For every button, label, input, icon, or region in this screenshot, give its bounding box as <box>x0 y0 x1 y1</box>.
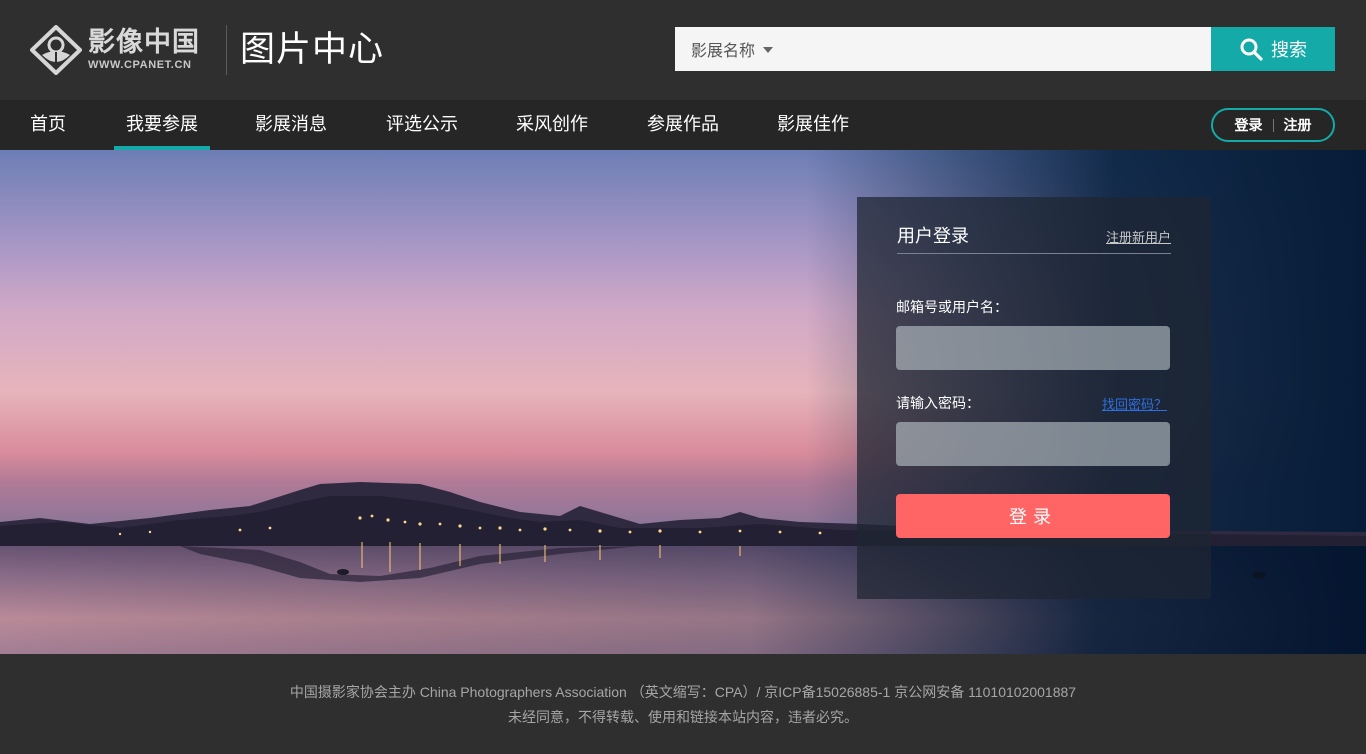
auth-links: 登录 注册 <box>1211 108 1335 142</box>
logo-chinese-text: 影像中国 <box>88 27 200 58</box>
nav-item-home[interactable]: 首页 <box>30 100 66 150</box>
forgot-password-link[interactable]: 找回密码？ <box>1102 394 1167 413</box>
username-field[interactable] <box>896 326 1170 370</box>
footer-notice: 未经同意，不得转载、使用和链接本站内容，违者必究。 <box>508 710 858 726</box>
search-button[interactable]: 搜索 <box>1211 27 1335 71</box>
footer-copyright: 中国摄影家协会主办 China Photographers Associatio… <box>289 684 1077 700</box>
site-title: 图片中心 <box>240 30 385 70</box>
search-input[interactable]: 影展名称 <box>675 27 1211 71</box>
search-button-label: 搜索 <box>1271 40 1307 61</box>
search-bar: 影展名称 搜索 <box>675 27 1335 71</box>
login-button[interactable]: 登录 <box>896 494 1170 538</box>
logo-domain-text: WWW.CPANET.CN <box>88 59 192 71</box>
nav-item-exhibition-news[interactable]: 影展消息 <box>255 100 327 150</box>
chevron-down-icon[interactable] <box>763 47 774 53</box>
search-category-select[interactable]: 影展名称 <box>691 37 755 61</box>
site-logo[interactable]: 影像中国 WWW.CPANET.CN <box>30 24 200 76</box>
logo-divider <box>226 25 227 75</box>
nav-item-entries[interactable]: 参展作品 <box>647 100 719 150</box>
main-nav: 首页 我要参展 影展消息 评选公示 采风创作 参展作品 影展佳作 <box>0 100 1366 150</box>
password-label: 请输入密码： <box>896 396 980 412</box>
auth-divider <box>1272 118 1274 132</box>
login-title: 用户登录 <box>897 226 969 247</box>
nav-item-field-creation[interactable]: 采风创作 <box>516 100 588 150</box>
header-register-link[interactable]: 注册 <box>1284 115 1312 135</box>
search-icon <box>1240 38 1263 61</box>
password-field[interactable] <box>896 422 1170 466</box>
register-new-user-link[interactable]: 注册新用户 <box>1106 227 1171 246</box>
login-title-divider <box>897 253 1171 254</box>
nav-item-selection-results[interactable]: 评选公示 <box>386 100 458 150</box>
site-footer: 中国摄影家协会主办 China Photographers Associatio… <box>0 654 1366 754</box>
nav-item-submit-exhibit[interactable]: 我要参展 <box>114 100 210 150</box>
login-panel: 用户登录 注册新用户 邮箱号或用户名： 请输入密码： 找回密码？ 登录 <box>857 197 1211 599</box>
logo-mark-icon <box>30 25 82 75</box>
nav-item-featured-works[interactable]: 影展佳作 <box>777 100 849 150</box>
username-label: 邮箱号或用户名： <box>896 300 1008 316</box>
header-login-link[interactable]: 登录 <box>1235 115 1263 135</box>
site-header: 影像中国 WWW.CPANET.CN 图片中心 影展名称 搜索 <box>0 0 1366 100</box>
